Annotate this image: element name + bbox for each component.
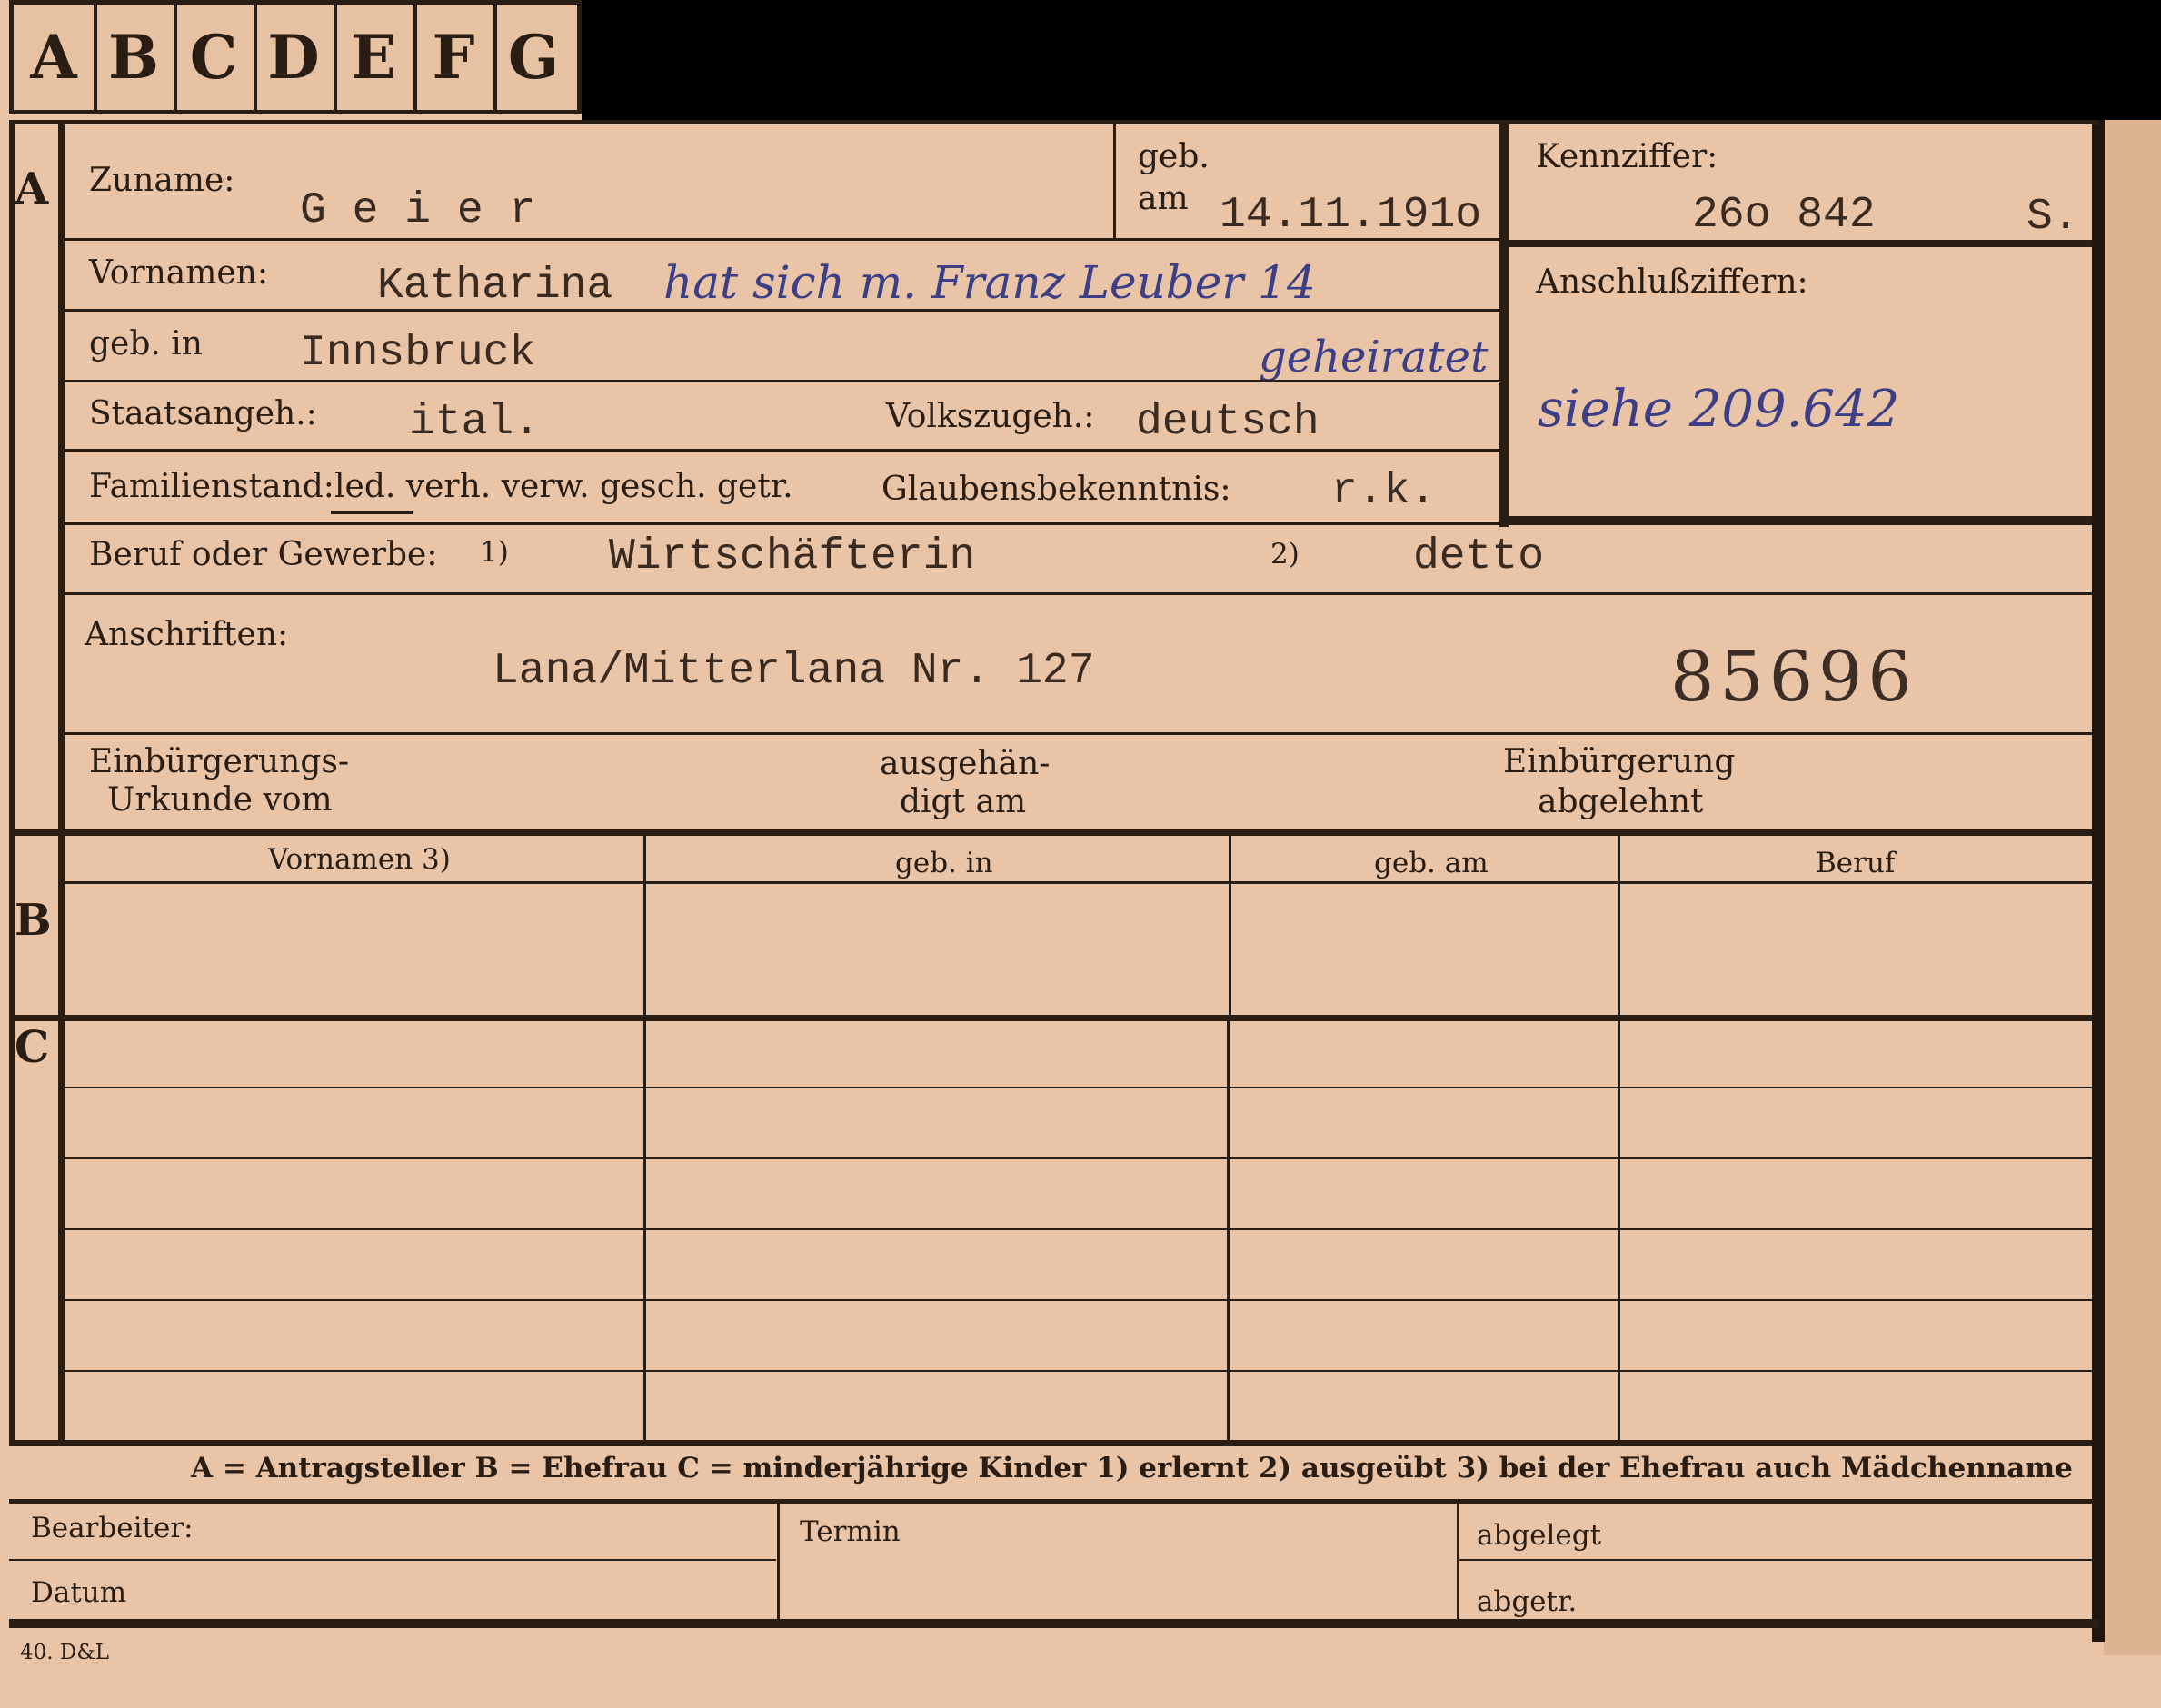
address-value: Lana/Mitterlana Nr. 127 <box>493 647 1095 696</box>
bearbeiter-label: Bearbeiter: <box>31 1512 194 1544</box>
tab-c[interactable]: C <box>174 5 257 110</box>
beruf-mark-2: 2) <box>1270 538 1300 571</box>
col-header-beruf: Beruf <box>1816 847 1896 879</box>
anschluss-label: Anschlußziffern: <box>1536 263 1808 301</box>
right-border <box>2092 120 2105 1642</box>
card-right-margin <box>2104 120 2161 1655</box>
col-header-vornamen: Vornamen 3) <box>268 843 451 876</box>
birth-date-value: 14.11.191o <box>1220 191 1482 240</box>
tab-a[interactable]: A <box>14 5 97 110</box>
vornamen-label: Vornamen: <box>89 254 268 292</box>
familienstand-underline <box>331 511 413 514</box>
beruf-1-value: Wirtschäfterin <box>609 532 976 581</box>
legend-text: A = Antragsteller B = Ehefrau C = minder… <box>191 1452 2073 1485</box>
staatsangeh-label: Staatsangeh.: <box>89 395 317 432</box>
section-b-label: B <box>15 895 52 946</box>
beruf-label: Beruf oder Gewerbe: <box>89 536 438 573</box>
datum-label: Datum <box>31 1576 127 1609</box>
einb-abgelehnt-label-2: abgelehnt <box>1538 783 1704 820</box>
glaube-value: r.k. <box>1331 467 1437 516</box>
beruf-mark-1: 1) <box>480 536 509 569</box>
vornamen-value: Katharina <box>377 262 613 311</box>
einb-urkunde-label-1: Einbürgerungs- <box>89 743 350 780</box>
volkszugeh-value: deutsch <box>1136 398 1320 447</box>
zuname-label: Zuname: <box>89 162 235 199</box>
am-label: am <box>1138 180 1189 217</box>
zuname-value: G e i e r <box>300 186 536 235</box>
registration-card: A B C D E F G A B C Zuname: G e i e r ge… <box>0 0 2161 1708</box>
anschluss-note: siehe 209.642 <box>1538 380 1900 439</box>
ausgehaendigt-label-1: ausgehän- <box>880 745 1051 782</box>
glaubens-label: Glaubensbekenntnis: <box>881 471 1231 508</box>
anschriften-label: Anschriften: <box>85 616 289 653</box>
tab-f[interactable]: F <box>413 5 497 110</box>
stamp-number: 85696 <box>1670 636 1917 717</box>
einb-urkunde-label-2: Urkunde vom <box>107 781 333 819</box>
staatsangeh-value: ital. <box>409 398 541 447</box>
section-a-label: A <box>15 164 49 214</box>
kennziffer-label: Kennziffer: <box>1536 138 1718 175</box>
tab-e[interactable]: E <box>334 5 417 110</box>
kennziffer-suffix: S. <box>2027 193 2079 242</box>
ausgehaendigt-label-2: digt am <box>900 783 1027 820</box>
married-note: geheiratet <box>1259 332 1489 382</box>
einb-abgelehnt-label-1: Einbürgerung <box>1503 743 1736 780</box>
section-c-label: C <box>15 1022 50 1073</box>
familienstand-options: led. verh. verw. gesch. getr. <box>334 468 793 505</box>
col-header-geb-am: geb. am <box>1374 847 1489 879</box>
beruf-2-value: detto <box>1413 532 1545 581</box>
marriage-note: hat sich m. Franz Leuber 14 <box>663 256 1316 309</box>
geb-in-label: geb. in <box>89 325 203 362</box>
geb-label: geb. <box>1138 138 1210 175</box>
termin-label: Termin <box>800 1515 901 1548</box>
card-top-edge <box>582 0 2161 120</box>
tab-d[interactable]: D <box>254 5 337 110</box>
abgelegt-label: abgelegt <box>1477 1519 1602 1552</box>
tab-b[interactable]: B <box>94 5 177 110</box>
volkszugeh-label: Volkszugeh.: <box>886 398 1095 435</box>
print-mark: 40. D&L <box>20 1641 110 1664</box>
kennziffer-value: 26o 842 <box>1692 191 1876 240</box>
col-header-geb-in: geb. in <box>895 847 993 879</box>
tab-g[interactable]: G <box>493 5 573 110</box>
abgetr-label: abgetr. <box>1477 1585 1578 1618</box>
familienstand-label: Familienstand: <box>89 468 334 505</box>
index-tabs: A B C D E F G <box>9 0 582 114</box>
birthplace-value: Innsbruck <box>300 329 536 378</box>
